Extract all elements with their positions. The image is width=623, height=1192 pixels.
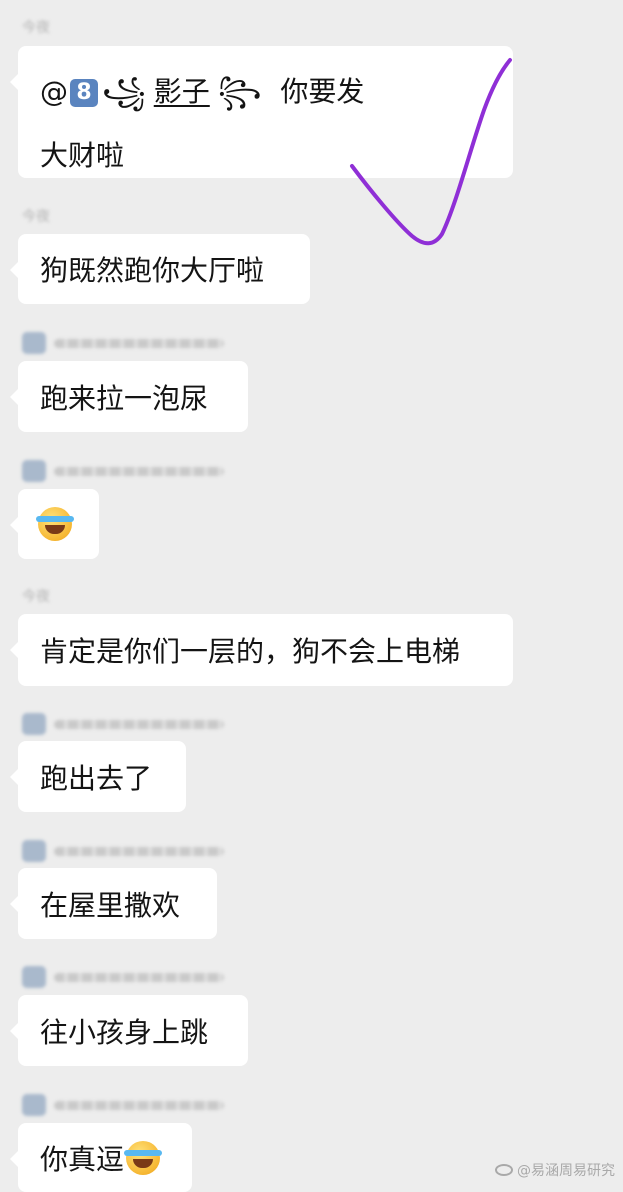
number-8-badge-icon: 8 bbox=[70, 79, 98, 107]
message-bubble[interactable]: @8 ꧁ 影子 ꧂ 你要发 大财啦 bbox=[10, 46, 513, 178]
face-with-tears-of-joy-icon bbox=[124, 1140, 163, 1175]
avatar[interactable] bbox=[22, 332, 46, 354]
avatar[interactable] bbox=[22, 840, 46, 862]
avatar[interactable] bbox=[22, 966, 46, 988]
message-text: 在屋里撒欢 bbox=[40, 888, 181, 922]
avatar[interactable] bbox=[22, 460, 46, 482]
message-bubble[interactable] bbox=[10, 489, 99, 559]
sender-name: 今夜 bbox=[22, 20, 50, 36]
message-sender[interactable] bbox=[22, 1092, 262, 1118]
sender-name-redacted bbox=[54, 719, 224, 729]
message-text: 肯定是你们一层的，狗不会上电梯 bbox=[40, 635, 461, 668]
sender-name-redacted bbox=[54, 846, 224, 856]
message-bubble[interactable]: 往小孩身上跳 bbox=[10, 995, 248, 1066]
message-sender[interactable] bbox=[22, 964, 262, 990]
sender-name-redacted bbox=[54, 1100, 224, 1110]
message-bubble[interactable]: 在屋里撒欢 bbox=[10, 868, 217, 939]
message-sender[interactable]: 今夜 bbox=[22, 203, 262, 229]
message-text: 你真逗 bbox=[40, 1142, 125, 1176]
avatar[interactable] bbox=[22, 713, 46, 735]
message-sender[interactable]: 今夜 bbox=[22, 583, 262, 609]
message-text: 往小孩身上跳 bbox=[40, 1015, 209, 1049]
face-with-tears-of-joy-icon bbox=[36, 507, 74, 541]
mention-at: @ bbox=[40, 75, 68, 108]
message-text: 狗既然跑你大厅啦 bbox=[40, 254, 265, 287]
fancy-symbol-left: ꧁ bbox=[102, 75, 146, 108]
message-text: 跑来拉一泡尿 bbox=[40, 381, 209, 415]
message-bubble[interactable]: 肯定是你们一层的，狗不会上电梯 bbox=[10, 614, 513, 686]
message-sender[interactable] bbox=[22, 330, 262, 356]
message-sender[interactable] bbox=[22, 458, 262, 484]
sender-name-redacted bbox=[54, 466, 224, 476]
sender-name: 今夜 bbox=[22, 589, 50, 605]
message-text-line2: 大财啦 bbox=[40, 139, 125, 172]
message-bubble[interactable]: 跑来拉一泡尿 bbox=[10, 361, 248, 432]
fancy-symbol-right: ꧂ bbox=[217, 75, 262, 108]
message-bubble[interactable]: 跑出去了 bbox=[10, 741, 186, 812]
message-sender[interactable] bbox=[22, 711, 262, 737]
message-text: 跑出去了 bbox=[40, 761, 153, 795]
weibo-watermark: @易涵周易研究 bbox=[495, 1160, 615, 1180]
message-bubble[interactable]: 狗既然跑你大厅啦 bbox=[10, 234, 310, 304]
message-text: 你要发 bbox=[280, 75, 365, 108]
sender-name-redacted bbox=[54, 338, 224, 348]
mention-name: 影子 bbox=[153, 75, 210, 108]
watermark-handle: @易涵周易研究 bbox=[517, 1163, 615, 1179]
weibo-icon bbox=[495, 1164, 513, 1176]
sender-name-redacted bbox=[54, 972, 224, 982]
sender-name: 今夜 bbox=[22, 209, 50, 225]
message-bubble[interactable]: 你真逗 bbox=[10, 1123, 192, 1192]
message-sender[interactable] bbox=[22, 838, 262, 864]
message-sender[interactable]: 今夜 bbox=[22, 14, 262, 40]
avatar[interactable] bbox=[22, 1094, 46, 1116]
